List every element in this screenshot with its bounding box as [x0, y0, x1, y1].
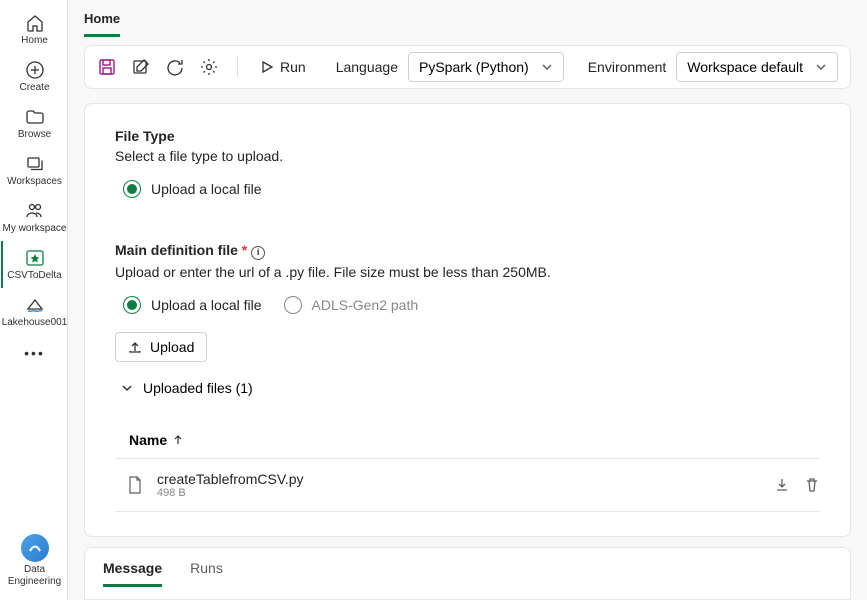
toolbar: Run Language PySpark (Python) Environmen… [84, 45, 851, 89]
refresh-button[interactable] [163, 55, 187, 79]
radio-label: ADLS-Gen2 path [312, 297, 419, 313]
sort-asc-icon [173, 435, 183, 445]
divider [237, 57, 238, 77]
download-button[interactable] [774, 477, 790, 493]
lakehouse-icon [25, 295, 45, 315]
uploaded-files-toggle[interactable]: Uploaded files (1) [121, 380, 820, 396]
save-button[interactable] [95, 55, 119, 79]
upload-button[interactable]: Upload [115, 332, 207, 362]
plus-circle-icon [25, 60, 45, 80]
nav-label: My workspace [3, 223, 67, 235]
radio-label: Upload a local file [151, 181, 262, 197]
file-row: createTablefromCSV.py 498 B [115, 459, 820, 512]
language-value: PySpark (Python) [419, 59, 529, 75]
uploaded-files-label: Uploaded files (1) [143, 380, 253, 396]
ellipsis-icon: ••• [24, 347, 45, 359]
nav-label: Workspaces [7, 176, 62, 188]
environment-value: Workspace default [687, 59, 803, 75]
nav-my-workspace[interactable]: My workspace [1, 194, 67, 241]
file-size: 498 B [157, 487, 762, 499]
nav-more[interactable]: ••• [1, 335, 67, 371]
tab-runs[interactable]: Runs [190, 560, 223, 587]
file-icon [127, 476, 145, 494]
file-name: createTablefromCSV.py [157, 471, 762, 487]
info-icon[interactable]: i [251, 246, 265, 260]
nav-home[interactable]: Home [1, 6, 67, 53]
top-bar: Home [68, 0, 867, 37]
language-select[interactable]: PySpark (Python) [408, 52, 564, 82]
stack-icon [25, 154, 45, 174]
maindef-option-adls[interactable]: ADLS-Gen2 path [284, 296, 419, 314]
chevron-down-icon [121, 382, 133, 394]
environment-label: Environment [588, 59, 667, 75]
maindef-title: Main definition file * i [115, 242, 820, 260]
content-panel: File Type Select a file type to upload. … [84, 103, 851, 537]
nav-create[interactable]: Create [1, 53, 67, 100]
nav-label: Lakehouse001 [2, 317, 68, 329]
radio-checked-icon [123, 296, 141, 314]
main-area: Home Run Language PySpark (Python) Envir… [68, 0, 867, 600]
maindef-desc: Upload or enter the url of a .py file. F… [115, 264, 820, 280]
filetype-title: File Type [115, 128, 820, 144]
play-icon [260, 60, 274, 74]
chevron-down-icon [541, 61, 553, 73]
nav-csvtodelta[interactable]: CSVToDelta [1, 241, 67, 288]
settings-button[interactable] [197, 55, 221, 79]
delete-button[interactable] [804, 477, 820, 493]
left-nav: Home Create Browse Workspaces My workspa… [0, 0, 68, 600]
bottom-tabs: Message Runs [84, 547, 851, 600]
required-indicator: * [242, 242, 247, 258]
language-label: Language [336, 59, 398, 75]
data-engineering-icon [21, 534, 49, 562]
maindef-option-local[interactable]: Upload a local file [123, 296, 262, 314]
nav-label: Home [21, 35, 48, 47]
people-icon [25, 201, 45, 221]
nav-label: Browse [18, 129, 51, 141]
tab-message[interactable]: Message [103, 560, 162, 587]
filetype-desc: Select a file type to upload. [115, 148, 820, 164]
run-label: Run [280, 59, 306, 75]
nav-lakehouse[interactable]: Lakehouse001 [1, 288, 67, 335]
radio-label: Upload a local file [151, 297, 262, 313]
home-icon [25, 13, 45, 33]
folder-icon [25, 107, 45, 127]
edit-button[interactable] [129, 55, 153, 79]
radio-checked-icon [123, 180, 141, 198]
nav-label: Data Engineering [3, 564, 67, 588]
environment-select[interactable]: Workspace default [676, 52, 838, 82]
spark-icon [25, 248, 45, 268]
upload-label: Upload [150, 339, 194, 355]
chevron-down-icon [815, 61, 827, 73]
column-header-name[interactable]: Name [115, 426, 820, 459]
breadcrumb-home[interactable]: Home [84, 11, 120, 37]
nav-label: Create [19, 82, 49, 94]
nav-workspaces[interactable]: Workspaces [1, 147, 67, 194]
radio-unchecked-icon [284, 296, 302, 314]
nav-label: CSVToDelta [7, 270, 61, 282]
upload-icon [128, 340, 142, 354]
nav-browse[interactable]: Browse [1, 100, 67, 147]
run-button[interactable]: Run [254, 55, 312, 79]
nav-data-engineering[interactable]: Data Engineering [1, 527, 67, 600]
uploaded-files-table: Name createTablefromCSV.py 498 B [115, 426, 820, 512]
filetype-option-local[interactable]: Upload a local file [123, 180, 820, 198]
